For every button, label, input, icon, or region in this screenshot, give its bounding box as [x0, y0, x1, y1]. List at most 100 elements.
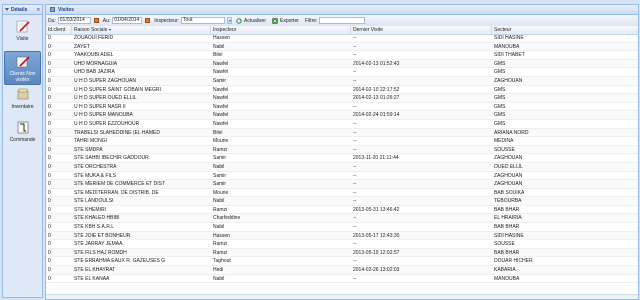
- cell-raison-sociale: STE ERRAHMA EAUX R. GAZEUSES G: [74, 258, 166, 265]
- pencil-icon: [16, 20, 30, 33]
- cell-secteur: ZAGHOUAN: [494, 172, 523, 179]
- cell-secteur: ZAGHOUAN: [494, 77, 523, 84]
- cell-id-client: 0: [48, 146, 51, 153]
- actualiser-button[interactable]: Actualiser: [234, 17, 268, 25]
- table-row[interactable]: 0 TRABELSI SLAHEDDINE (EL HAMED Bilel -- ARI…: [46, 128, 638, 138]
- cell-raison-sociale: UHD BAB JAZIRA: [74, 69, 115, 76]
- table-row[interactable]: 0 STE ERRAHMA EAUX R. GAZEUSES G Taghout --…: [46, 257, 638, 267]
- cell-inspecteur: Hedi: [213, 267, 224, 274]
- cell-inspecteur: Nabil: [213, 275, 225, 282]
- table-row[interactable]: 0 STE ORCHESTRA Nabil -- OUED ELLIL: [46, 162, 638, 172]
- column-header-inspecteur[interactable]: Inspecteur: [211, 26, 351, 34]
- table-row[interactable]: 0 STE KBH S.A.R.L Nabil -- BAB BHAR: [46, 223, 638, 232]
- exporter-label: Exporter: [280, 17, 299, 24]
- chevron-down-icon[interactable]: [227, 17, 233, 24]
- table-row[interactable]: 0 STE LANDOULSI Nabil -- TEBOURBA: [46, 197, 638, 206]
- cell-secteur: EL HRAIRIA: [494, 215, 522, 222]
- cell-inspecteur: Taghout: [213, 258, 231, 265]
- cell-inspecteur: Bilel: [213, 52, 223, 59]
- cell-id-client: 0: [48, 241, 51, 248]
- cell-secteur: SIDI HASINE: [494, 232, 524, 239]
- table-row[interactable]: 0 STE FILS HAJ ROMDH Ramzi 2013-05-19 12:02…: [46, 248, 638, 258]
- cell-dernier-visite: --: [353, 138, 357, 145]
- cell-id-client: 0: [48, 129, 51, 136]
- column-header-secteur[interactable]: Secteur: [492, 26, 638, 34]
- column-header-id-client[interactable]: Id.client: [46, 26, 72, 34]
- inspecteur-select[interactable]: Tout: [181, 17, 226, 24]
- exporter-button[interactable]: Exporter: [270, 17, 301, 25]
- table-row[interactable]: 0 U H D SUPER OUED ELLIL Nawfel 2014-02-13 …: [46, 94, 638, 103]
- nav-commande-button[interactable]: Commande: [4, 118, 41, 152]
- table-row[interactable]: 0 STE KHALED HBIBI Charfeddine -- EL HRAIRIA: [46, 214, 638, 224]
- table-row[interactable]: 0 UHD BAB JAZIRA Nawfel -- GMS: [46, 68, 638, 77]
- cell-id-client: 0: [48, 224, 51, 231]
- table-row[interactable]: 0 U H D SUPER NASR II Nawfel -- GMS: [46, 103, 638, 112]
- nav-clients-non-visites-button[interactable]: Clients Non visités: [4, 51, 41, 85]
- table-row[interactable]: 0 ZAYET Nabil -- MANOUBA: [46, 42, 638, 52]
- horizontal-scrollbar[interactable]: [46, 294, 638, 299]
- nav-clients-label: Clients Non visités: [9, 71, 36, 83]
- cell-inspecteur: Hassen: [213, 35, 230, 41]
- table-row[interactable]: 0 U H D SUPER ZAGHOUAN Samir -- ZAGHOUAN: [46, 76, 638, 86]
- table-row[interactable]: 0 YAAKOUBI ADEL Bilel -- SIDI THABET: [46, 51, 638, 60]
- table-row[interactable]: 0 STE MERIEM DE COMMERCE ET DIST Samir -- ZA…: [46, 180, 638, 189]
- cell-id-client: 0: [48, 181, 51, 188]
- table-row[interactable]: 0 STE SMDPA Ramzi -- SOUSSE: [46, 145, 638, 155]
- table-row[interactable]: 0 U H D SUPER SAINT GOBAIN MEGRI Nawfel 201…: [46, 86, 638, 95]
- cell-raison-sociale: U H D SUPER NASR II: [74, 103, 126, 110]
- cell-raison-sociale: STE MEDITERRAN. DE DISTRIB. DE: [74, 189, 159, 196]
- calendar-icon[interactable]: [93, 18, 99, 23]
- cell-secteur: DOUAR HICHER: [494, 258, 533, 265]
- cell-secteur: GMS: [494, 112, 506, 119]
- cell-secteur: GMS: [494, 95, 506, 102]
- table-row[interactable]: 0 UHD MORNAGUIA Nawfel 2014-02-13 01:52:43 G…: [46, 59, 638, 69]
- cell-id-client: 0: [48, 267, 51, 274]
- table-row[interactable]: 0 STE EL KHAYRAT Hedi 2014-02-26 13:02:03 KA…: [46, 266, 638, 275]
- filtre-input[interactable]: [319, 17, 366, 24]
- cell-id-client: 0: [48, 43, 51, 50]
- nav-commande-label: Commande: [9, 137, 36, 143]
- cell-raison-sociale: U H D SUPER ZAGHOUAN: [74, 77, 136, 84]
- table-row[interactable]: 0 U H D SUPER EZZOUHOUR Nawfel -- GMS: [46, 120, 638, 129]
- cell-raison-sociale: TAHRI MONGI: [74, 138, 107, 145]
- sidebar-header[interactable]: Détails «: [3, 5, 42, 15]
- table-row[interactable]: 0 STE EL KANAA Nabil -- MANOUBA: [46, 275, 638, 284]
- cell-raison-sociale: STE KBH S.A.R.L: [74, 224, 115, 231]
- cell-raison-sociale: STE LANDOULSI: [74, 198, 114, 205]
- order-icon: [17, 121, 28, 134]
- table-row[interactable]: 0 U H D SUPER MANOUBA Nawfel 2014-02-24 01:…: [46, 111, 638, 120]
- cell-raison-sociale: STE EL KHAYRAT: [74, 267, 116, 274]
- cell-raison-sociale: STE SAHBI IBECHIR GADDOUR: [74, 155, 149, 162]
- column-header-dernier-visite[interactable]: Dernier Visite: [351, 26, 492, 34]
- table-row[interactable]: 0 TAHRI MONGI Mourie -- MEDINA: [46, 137, 638, 146]
- calendar-icon[interactable]: [145, 18, 151, 23]
- cell-secteur: MEDINA: [494, 138, 514, 145]
- cell-inspecteur: Hassen: [213, 232, 230, 239]
- panel-icon: [50, 7, 55, 12]
- cell-id-client: 0: [48, 198, 51, 205]
- cell-secteur: BAB SOUIKA: [494, 189, 525, 196]
- cell-inspecteur: Samir: [213, 172, 227, 179]
- chevron-down-icon[interactable]: [5, 8, 9, 11]
- table-row[interactable]: 0 STE MUKA & FILS Samir -- ZAGHOUAN: [46, 172, 638, 181]
- column-header-raison-sociale[interactable]: Raison Sociale: [72, 26, 211, 34]
- cell-dernier-visite: --: [353, 77, 357, 84]
- nav-visite-button[interactable]: Visite: [4, 17, 41, 51]
- cell-id-client: 0: [48, 189, 51, 196]
- table-row[interactable]: 0 STE SAHBI IBECHIR GADDOUR Samir 2013-11-2…: [46, 154, 638, 163]
- date-to-input[interactable]: 01/04/2014: [112, 17, 143, 24]
- table-row[interactable]: 0 STE MEDITERRAN. DE DISTRIB. DE Mourie -- B…: [46, 189, 638, 198]
- table-row[interactable]: 0 ZOUAOUI FERID Hassen -- SIDI HASINE: [46, 34, 638, 43]
- collapse-icon[interactable]: «: [37, 7, 40, 13]
- cell-inspecteur: Samir: [213, 181, 227, 188]
- nav-inventaire-button[interactable]: Inventaire: [4, 85, 41, 119]
- date-from-input[interactable]: 01/03/2014: [57, 17, 91, 24]
- cell-raison-sociale: STE EL KANAA: [74, 275, 110, 282]
- table-row[interactable]: 0 STE JARRAY JEMAA Ramzi -- SOUSSE: [46, 240, 638, 249]
- panel-header: Visites: [46, 5, 638, 15]
- table-row[interactable]: 0 STE JOIE ET BONHEUR Hassen 2013-05-17 12:…: [46, 231, 638, 241]
- cell-raison-sociale: U H D SUPER SAINT GOBAIN MEGRI: [74, 86, 161, 93]
- table-row[interactable]: 0 STE KHEMIRI Ramzi 2013-05-31 13:46:42 BAB …: [46, 206, 638, 215]
- cell-inspecteur: Ramzi: [213, 249, 228, 256]
- cell-secteur: ZAGHOUAN: [494, 155, 523, 162]
